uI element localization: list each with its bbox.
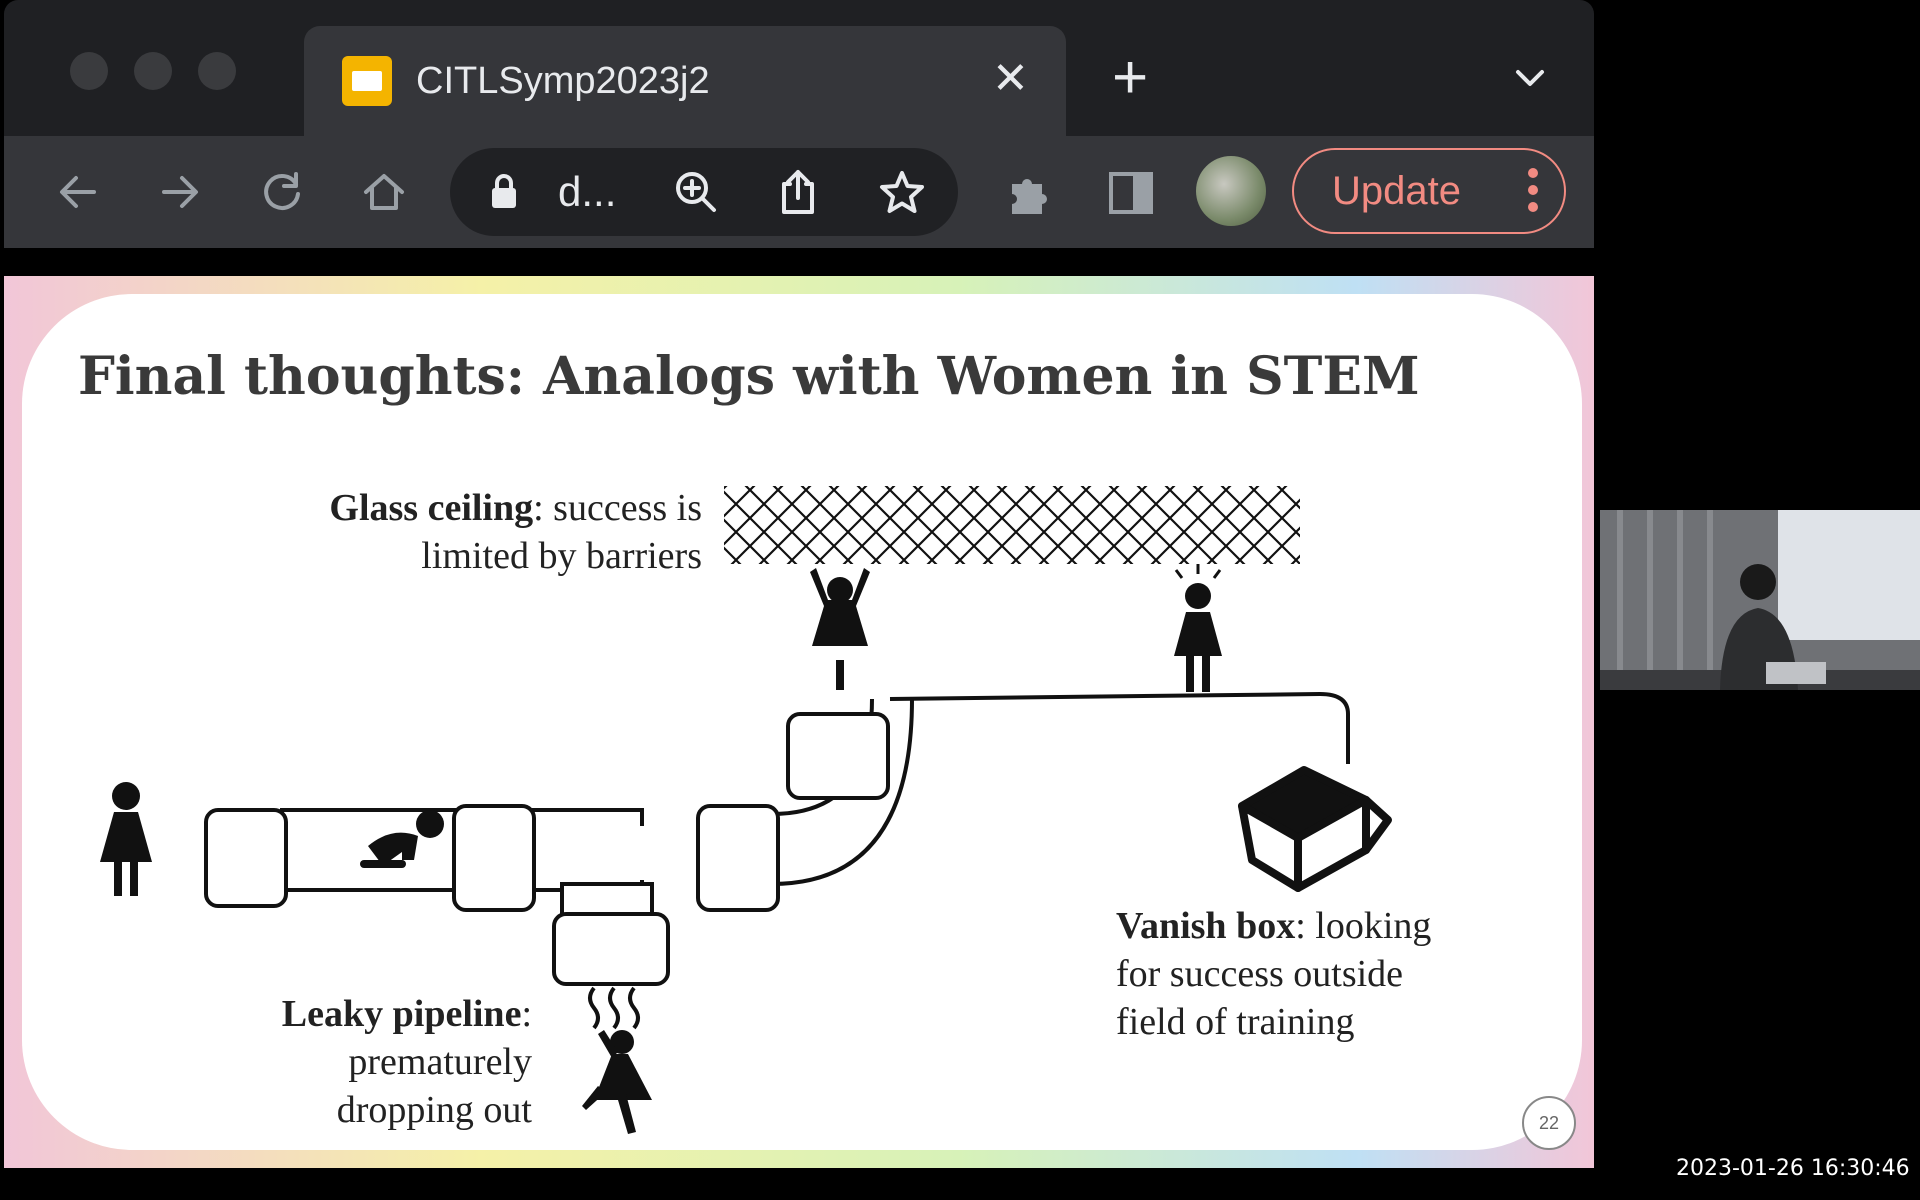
more-vert-icon[interactable] <box>1528 168 1538 219</box>
leaky-pipeline-line1: : <box>521 993 532 1035</box>
woman-figure-ceiling <box>810 568 870 690</box>
falling-woman-figure <box>582 1030 652 1134</box>
window-minimize-dot[interactable] <box>134 52 172 90</box>
avatar[interactable] <box>1196 156 1266 226</box>
vanish-box-term: Vanish box <box>1116 905 1296 947</box>
woman-figure-left <box>100 782 152 896</box>
glass-ceiling-term: Glass ceiling <box>329 487 534 529</box>
url-text[interactable]: d... <box>558 166 616 218</box>
leaky-pipeline-line3: dropping out <box>336 1089 532 1131</box>
arrow-left-icon[interactable] <box>52 166 104 218</box>
slide-page-number: 22 <box>1522 1096 1576 1150</box>
webcam-feed <box>1600 510 1920 690</box>
reload-icon[interactable] <box>256 166 308 218</box>
glass-ceiling-line1: : success is <box>533 487 702 529</box>
video-timestamp: 2023-01-26 16:30:46 <box>1676 1156 1910 1181</box>
arrow-right-icon[interactable] <box>154 166 206 218</box>
vanish-box-line3: field of training <box>1116 1001 1355 1043</box>
share-icon[interactable] <box>776 166 820 218</box>
leak-drips <box>588 986 640 1030</box>
side-panel-icon[interactable] <box>1106 168 1156 218</box>
glass-ceiling-line2: limited by barriers <box>421 535 702 577</box>
puzzle-icon[interactable] <box>1004 168 1056 220</box>
google-slides-icon <box>342 56 392 106</box>
slide: Final thoughts: Analogs with Women in ST… <box>22 294 1582 1150</box>
glass-ceiling-caption: Glass ceiling: success is limited by bar… <box>302 484 702 580</box>
address-bar[interactable]: d... <box>450 148 958 236</box>
window-close-dot[interactable] <box>70 52 108 90</box>
lock-icon[interactable] <box>488 172 520 212</box>
window-zoom-dot[interactable] <box>198 52 236 90</box>
home-icon[interactable] <box>358 166 410 218</box>
update-label: Update <box>1332 169 1461 213</box>
star-icon[interactable] <box>878 168 926 216</box>
plus-icon[interactable]: + <box>1112 47 1148 109</box>
chevron-down-icon[interactable] <box>1508 56 1552 100</box>
leaky-pipeline-term: Leaky pipeline <box>281 993 522 1035</box>
tab-bar: CITLSymp2023j2 - Google Slides ✕ + <box>4 0 1594 136</box>
tab-title: CITLSymp2023j2 - Google Slides <box>416 60 716 102</box>
glass-ceiling-mesh <box>724 486 1300 564</box>
speaker-video <box>1600 510 1920 690</box>
woman-figure-top <box>1174 564 1222 692</box>
browser-window: CITLSymp2023j2 - Google Slides ✕ + d... <box>0 0 1596 1200</box>
close-icon[interactable]: ✕ <box>992 52 1029 106</box>
vanish-box-line2: for success outside <box>1116 953 1404 995</box>
tab-active[interactable]: CITLSymp2023j2 - Google Slides ✕ <box>304 26 1066 136</box>
leaky-pipeline-caption: Leaky pipeline: prematurely dropping out <box>232 990 532 1134</box>
zoom-in-icon[interactable] <box>672 168 720 216</box>
slide-frame: Final thoughts: Analogs with Women in ST… <box>4 276 1594 1168</box>
leaky-pipeline-line2: prematurely <box>348 1041 532 1083</box>
vanish-box-caption: Vanish box: looking for success outside … <box>1116 902 1516 1046</box>
vanish-box-line1: : looking <box>1295 905 1432 947</box>
vanish-box-illustration <box>1238 766 1392 892</box>
update-button[interactable]: Update <box>1292 148 1566 234</box>
